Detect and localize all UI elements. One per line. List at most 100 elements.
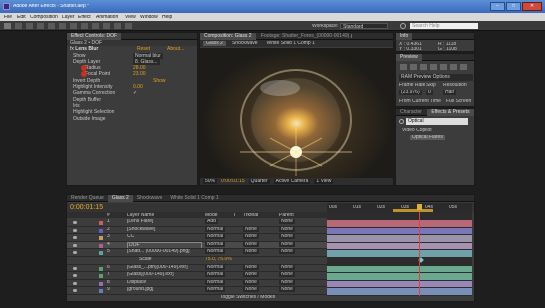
menu-item-composition[interactable]: Composition xyxy=(30,15,58,20)
full-screen-checkbox[interactable]: Full Screen xyxy=(446,99,471,104)
zoom-tool-icon[interactable] xyxy=(26,23,33,29)
menu-item-animation[interactable]: Animation xyxy=(96,15,118,20)
subtab-shockwave[interactable]: Shockwave xyxy=(229,41,261,46)
tab-preview[interactable]: Preview xyxy=(396,54,422,61)
layer-mode[interactable]: Normal xyxy=(205,241,226,247)
menu-item-effect[interactable]: Effect xyxy=(78,15,91,20)
minimize-button[interactable]: – xyxy=(490,2,505,11)
layer-row[interactable]: 9 [ground.jpg] Normal None None xyxy=(67,287,327,295)
layer-parent[interactable]: None xyxy=(279,241,295,247)
param-name[interactable]: Highlight Selection xyxy=(73,109,114,115)
tab-info[interactable]: Info xyxy=(396,33,413,40)
layer-color-label[interactable] xyxy=(99,243,103,248)
ram-preview-icon[interactable] xyxy=(460,64,467,70)
layer-mode[interactable]: Normal xyxy=(205,287,226,293)
views-select[interactable]: 1 View xyxy=(314,179,334,184)
layer-color-label[interactable] xyxy=(99,221,103,225)
tab-effects-presets[interactable]: Effects & Presets xyxy=(427,109,474,116)
param-name[interactable]: Outside Image xyxy=(73,116,106,122)
tab-shockwave[interactable]: Shockwave xyxy=(133,195,167,202)
current-time-indicator-head[interactable] xyxy=(417,204,422,210)
camera-tool-icon[interactable] xyxy=(48,23,55,29)
last-frame-icon[interactable] xyxy=(440,64,447,70)
visibility-eye-icon[interactable] xyxy=(73,236,77,240)
composition-viewer[interactable] xyxy=(200,48,393,178)
track-bar-dof[interactable] xyxy=(327,242,472,250)
first-frame-icon[interactable] xyxy=(400,64,407,70)
effects-search-input[interactable]: Optical xyxy=(406,118,468,125)
track-bar-glass-depth[interactable] xyxy=(327,265,472,273)
resolution-select[interactable]: Half xyxy=(443,90,456,95)
layer-trkmat[interactable]: None xyxy=(243,234,259,240)
param-name[interactable]: Depth Buffer xyxy=(73,97,101,103)
layer-row[interactable]: 8 Displace Normal None None xyxy=(67,279,327,288)
layer-mode[interactable]: Normal xyxy=(205,264,226,270)
layer-mode[interactable]: Add xyxy=(205,219,218,224)
checkbox-icon[interactable]: ✓ xyxy=(133,90,137,96)
layer-name[interactable]: [Shockwave] xyxy=(127,227,202,232)
layer-color-label[interactable] xyxy=(99,289,103,294)
visibility-eye-icon[interactable] xyxy=(73,289,77,293)
layer-parent[interactable]: None xyxy=(279,219,295,224)
layer-trkmat[interactable]: None xyxy=(243,287,259,293)
layer-parent[interactable]: None xyxy=(279,287,295,293)
layer-name[interactable]: CC xyxy=(127,234,202,239)
close-button[interactable]: ✕ xyxy=(522,2,542,11)
visibility-eye-icon[interactable] xyxy=(73,274,77,278)
tab-composition[interactable]: Composition: Glass 2 xyxy=(200,33,256,40)
visibility-eye-icon[interactable] xyxy=(73,243,77,247)
menu-item-layer[interactable]: Layer xyxy=(62,15,75,20)
audio-icon[interactable] xyxy=(450,64,457,70)
layer-mode[interactable]: Normal xyxy=(205,279,226,285)
layer-mode[interactable]: Normal xyxy=(205,234,226,240)
layer-row[interactable]: 1 [Lens Flare] Add None xyxy=(67,219,327,227)
layer-name[interactable]: [Glass_...pth](000-149].exr] xyxy=(127,265,202,270)
track-bar-cc[interactable] xyxy=(327,235,472,242)
subtab-white-solid[interactable]: White Solid 1 Comp 1 xyxy=(264,41,318,46)
track-bar-shockwave[interactable] xyxy=(327,227,472,235)
current-time-indicator-line[interactable] xyxy=(419,212,420,296)
pan-tool-icon[interactable] xyxy=(59,23,66,29)
track-bar-shatter[interactable] xyxy=(327,250,472,257)
layer-color-label[interactable] xyxy=(99,236,103,241)
layer-row-selected[interactable]: 4 DOF Normal None None xyxy=(67,241,327,250)
layer-parent[interactable]: None xyxy=(279,264,295,270)
tab-white-solid[interactable]: White Solid 1 Comp 1 xyxy=(166,195,222,202)
effect-item-optical-flares[interactable]: Optical Flares xyxy=(410,135,445,140)
type-tool-icon[interactable] xyxy=(92,23,99,29)
camera-select[interactable]: Active Camera xyxy=(273,179,311,184)
rotate-tool-icon[interactable] xyxy=(37,23,44,29)
previous-frame-icon[interactable] xyxy=(410,64,417,70)
subtab-glass[interactable]: Glass 2 xyxy=(203,41,226,46)
pen-tool-icon[interactable] xyxy=(81,23,88,29)
maximize-button[interactable]: □ xyxy=(506,2,521,11)
layer-row[interactable]: 2 [Shockwave] Normal None None xyxy=(67,226,327,235)
skip-select[interactable]: 0 xyxy=(426,90,433,95)
param-name[interactable]: Iris xyxy=(73,103,80,109)
layer-row[interactable]: 5 [Shatt... (00000-00149).png] Normal No… xyxy=(67,249,327,257)
visibility-eye-icon[interactable] xyxy=(73,281,77,285)
frame-rate-select[interactable]: (23.976) xyxy=(399,90,422,95)
layer-name[interactable]: [ground.jpg] xyxy=(127,287,202,292)
layer-trkmat[interactable]: None xyxy=(243,226,259,232)
eraser-tool-icon[interactable] xyxy=(125,23,132,29)
next-frame-icon[interactable] xyxy=(430,64,437,70)
hand-tool-icon[interactable] xyxy=(15,23,22,29)
mask-tool-icon[interactable] xyxy=(70,23,77,29)
layer-trkmat[interactable]: None xyxy=(243,264,259,270)
layer-mode[interactable]: Normal xyxy=(205,272,226,278)
selection-tool-icon[interactable] xyxy=(4,23,11,29)
layer-color-label[interactable] xyxy=(99,266,103,271)
menu-item-edit[interactable]: Edit xyxy=(17,15,26,20)
layer-color-label[interactable] xyxy=(99,228,103,233)
layer-row[interactable]: 7 [Glass](000-149].exr] Normal None None xyxy=(67,272,327,280)
layer-trkmat[interactable]: None xyxy=(243,272,259,278)
effects-category[interactable]: Video Copilot xyxy=(402,128,432,133)
tab-render-queue[interactable]: Render Queue xyxy=(67,195,108,202)
layer-color-label[interactable] xyxy=(99,251,103,256)
track-bar-displace[interactable] xyxy=(327,280,472,288)
layer-name[interactable]: Displace xyxy=(127,280,202,285)
visibility-eye-icon[interactable] xyxy=(73,228,77,232)
zoom-select[interactable]: 50% xyxy=(203,179,218,184)
search-help-input[interactable]: Search Help xyxy=(410,23,478,29)
